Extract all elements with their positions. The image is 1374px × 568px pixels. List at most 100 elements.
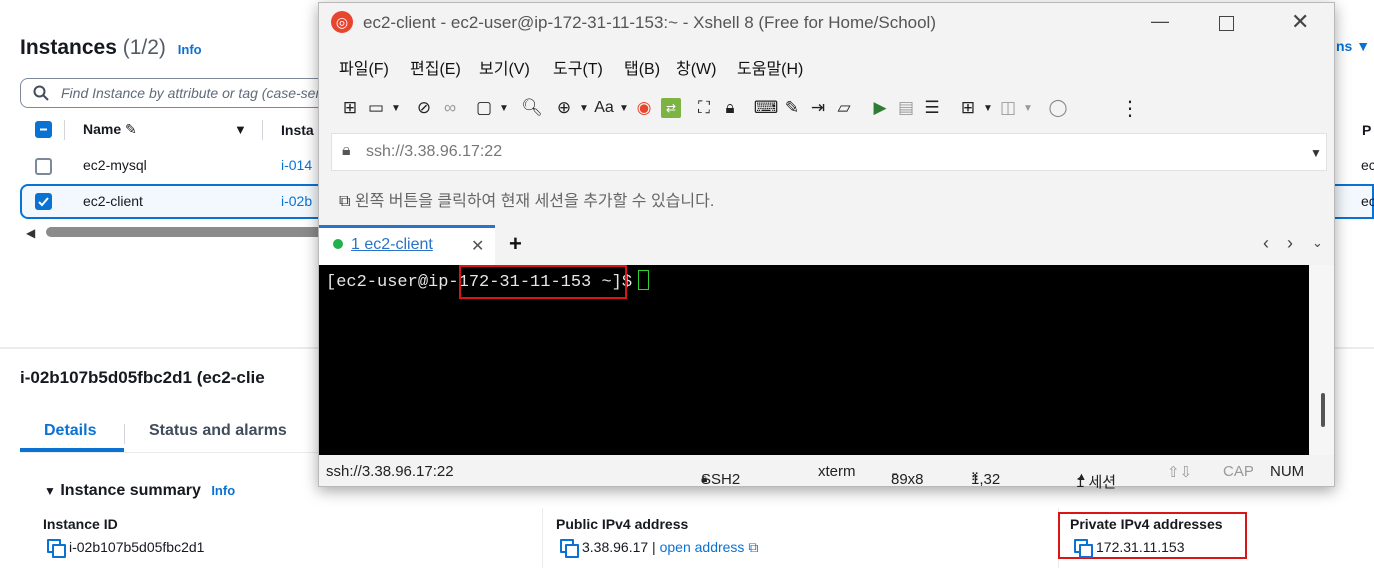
xftp-icon[interactable]: ⇄ <box>661 98 681 118</box>
dropdown-icon[interactable]: ▼ <box>577 95 591 121</box>
actions-dropdown-fragment[interactable]: ns ▼ <box>1336 38 1370 54</box>
window-title: ec2-client - ec2-user@ip-172-31-11-153:~… <box>363 13 936 32</box>
lock-icon[interactable]: 🔒︎ <box>717 95 743 121</box>
search-placeholder: Find Instance by attribute or tag (case-… <box>61 85 330 101</box>
open-folder-icon[interactable]: ▭ <box>363 95 389 121</box>
copy-icon[interactable] <box>560 539 579 558</box>
hint-text: 왼쪽 버튼을 클릭하여 현재 세션을 추가할 수 있습니다. <box>354 193 715 210</box>
caret-down-icon: ▼ <box>44 484 56 498</box>
dropdown-icon[interactable]: ▼ <box>1021 95 1035 121</box>
chat-icon[interactable]: ◯ <box>1045 95 1071 121</box>
new-session-icon[interactable]: ⊞ <box>337 95 363 121</box>
scroll-left-icon[interactable]: ◀ <box>26 226 35 240</box>
log-icon[interactable]: ☰ <box>919 95 945 121</box>
column-header-right[interactable]: P <box>1362 122 1371 138</box>
menu-file[interactable]: 파일(F) <box>339 55 389 79</box>
row-right-cell: ec <box>1361 157 1374 173</box>
instance-search-input[interactable]: Find Instance by attribute or tag (case-… <box>20 78 330 108</box>
copy-icon[interactable] <box>47 539 66 558</box>
tab-prev-icon[interactable]: ‹ <box>1263 233 1269 254</box>
public-ip-text: 3.38.96.17 <box>582 539 649 555</box>
detail-title: i-02b107b5d05fbc2d1 (ec2-clie <box>20 368 265 387</box>
font-icon[interactable]: Aa <box>591 95 617 121</box>
info-link[interactable]: Info <box>178 42 202 57</box>
tab-list-icon[interactable]: ⌄ <box>1312 235 1323 251</box>
fullscreen-icon[interactable]: ⛶ <box>691 95 717 121</box>
find-icon[interactable]: 🔍︎ <box>519 95 545 121</box>
scroll-thumb[interactable] <box>1321 393 1325 427</box>
select-all-checkbox[interactable] <box>35 121 52 138</box>
connected-status-icon <box>333 239 343 249</box>
menu-view[interactable]: 보기(V) <box>479 55 530 79</box>
maximize-icon[interactable] <box>1219 16 1234 31</box>
tab-status-alarms[interactable]: Status and alarms <box>149 422 287 440</box>
disconnect-icon[interactable]: ⊘ <box>411 95 437 121</box>
reconnect-icon[interactable]: ∞ <box>437 95 463 121</box>
properties-icon[interactable]: ▢ <box>471 95 497 121</box>
highlight-box-hostname <box>459 265 627 299</box>
send-icon[interactable]: ⇥ <box>805 95 831 121</box>
status-bar: ssh://3.38.96.17:22 🔒︎ SSH2 xterm ⌜ 89x8 ⠿… <box>319 455 1334 491</box>
summary-info-link[interactable]: Info <box>211 483 235 498</box>
dropdown-icon[interactable]: ▼ <box>497 95 511 121</box>
column-name-label: Name <box>83 121 122 137</box>
open-address-link[interactable]: open address <box>660 539 745 555</box>
xshell-icon[interactable]: ◉ <box>631 95 657 121</box>
close-tab-icon[interactable]: ✕ <box>471 236 484 256</box>
toolbar: ⊞ ▭ ▼ ⊘ ∞ ▢ ▼ 🔍︎ ⊕ ▼ Aa ▼ ◉ ⇄ ⛶ 🔒︎ ⌨ ✎ ⇥… <box>337 95 1143 121</box>
external-link-icon[interactable]: ⧉ <box>748 539 758 555</box>
keyboard-icon[interactable]: ⌨ <box>753 95 779 121</box>
instances-heading: Instances (1/2) Info <box>20 36 202 60</box>
dropdown-icon[interactable]: ▼ <box>981 95 995 121</box>
minimize-icon[interactable]: — <box>1151 11 1169 32</box>
new-tab-icon[interactable]: ⊞ <box>955 95 981 121</box>
private-ip-text: 172.31.11.153 <box>1096 539 1185 555</box>
prompt-prefix: [ec2-user@ip- <box>326 273 459 292</box>
close-icon[interactable]: ✕ <box>1291 9 1309 35</box>
row-right-cell: ec <box>1361 193 1374 209</box>
add-session-icon[interactable]: ⧉ <box>339 193 350 210</box>
table-row[interactable]: ec2-mysql i-014 <box>20 148 340 184</box>
dropdown-icon[interactable]: ▼ <box>617 95 631 121</box>
instance-summary-toggle[interactable]: ▼ Instance summary Info <box>44 482 235 500</box>
status-address: ssh://3.38.96.17:22 <box>326 463 454 480</box>
horizontal-scrollbar[interactable] <box>46 227 326 237</box>
run-icon[interactable]: ▶ <box>867 95 893 121</box>
menu-window[interactable]: 창(W) <box>676 55 716 79</box>
status-num: NUM <box>1270 463 1305 480</box>
layout-icon[interactable]: ◫ <box>995 95 1021 121</box>
instances-title: Instances <box>20 36 117 59</box>
tab-details[interactable]: Details <box>44 422 96 440</box>
status-term: xterm <box>818 463 856 480</box>
menu-tools[interactable]: 도구(T) <box>553 55 603 79</box>
table-row-selected[interactable]: ec2-client i-02b <box>20 184 350 219</box>
script-icon[interactable]: ▱ <box>831 95 857 121</box>
stop-icon[interactable]: ▤ <box>893 95 919 121</box>
row-checkbox[interactable] <box>35 158 52 175</box>
edit-icon[interactable]: ✎ <box>125 121 137 137</box>
session-tab[interactable]: 1 ec2-client ✕ <box>319 225 495 265</box>
menu-tab[interactable]: 탭(B) <box>624 55 660 79</box>
dropdown-icon[interactable]: ▼ <box>389 95 403 121</box>
sort-down-icon[interactable]: ▼ <box>234 122 247 137</box>
tab-next-icon[interactable]: › <box>1287 233 1293 254</box>
row-checkbox-checked[interactable] <box>35 193 52 210</box>
address-dropdown-icon[interactable]: ▼ <box>1310 146 1322 160</box>
column-header-name[interactable]: Name ✎ <box>83 121 137 138</box>
column-header-instance[interactable]: Insta <box>281 122 314 138</box>
add-tab-icon[interactable]: + <box>509 231 522 257</box>
address-bar[interactable]: 🔒︎ ssh://3.38.96.17:22 ▼ <box>331 133 1327 171</box>
instances-count: (1/2) <box>122 36 166 59</box>
menu-help[interactable]: 도움말(H) <box>737 55 803 79</box>
copy-icon[interactable] <box>1074 539 1093 558</box>
more-icon[interactable]: ⋮ <box>1117 95 1143 121</box>
globe-icon[interactable]: ⊕ <box>551 95 577 121</box>
scroll-up-down-icon[interactable]: ⇧⇩ <box>1167 463 1192 481</box>
row-instance-id-link[interactable]: i-014 <box>281 157 312 173</box>
row-instance-id-link[interactable]: i-02b <box>281 193 312 209</box>
private-ip-label: Private IPv4 addresses <box>1070 516 1223 532</box>
session-tab-bar: 1 ec2-client ✕ + ‹ › ⌄ <box>319 225 1334 265</box>
session-tab-label: 1 ec2-client <box>351 236 433 253</box>
compose-icon[interactable]: ✎ <box>779 95 805 121</box>
menu-edit[interactable]: 편집(E) <box>410 55 461 79</box>
